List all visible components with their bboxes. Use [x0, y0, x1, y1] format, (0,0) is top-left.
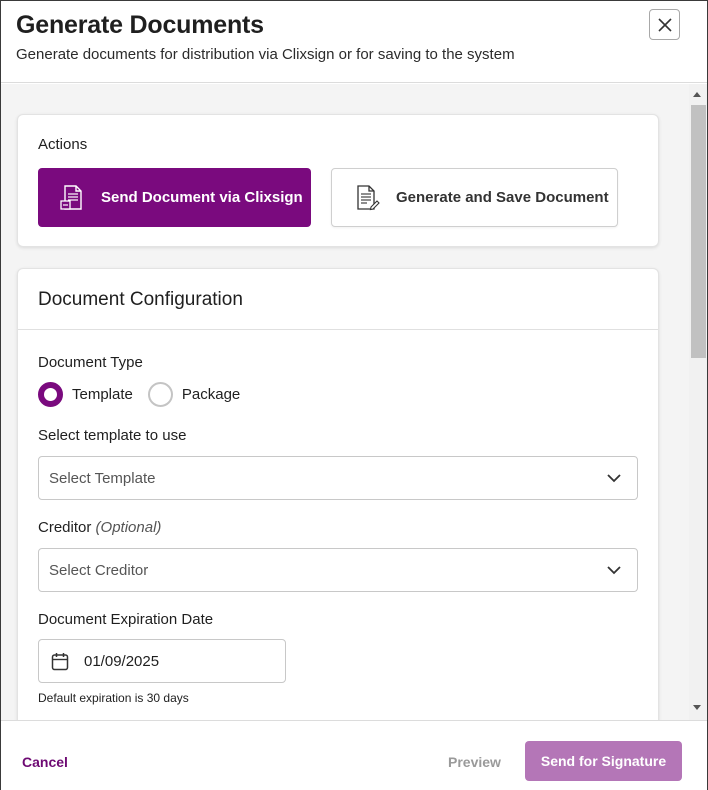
radio-template-label[interactable]: Template — [72, 386, 133, 403]
close-icon — [657, 17, 672, 32]
document-edit-icon — [357, 184, 380, 210]
actions-label: Actions — [38, 136, 88, 153]
scroll-up-arrow-icon[interactable] — [693, 92, 701, 97]
template-label: Select template to use — [38, 427, 187, 444]
generate-and-save-label: Generate and Save Document — [396, 189, 609, 206]
actions-card: Actions Send Document via Clixsign Gener… — [17, 114, 659, 247]
chevron-down-icon — [607, 566, 621, 575]
vertical-scrollbar[interactable] — [689, 84, 707, 720]
template-placeholder: Select Template — [49, 470, 156, 487]
config-title: Document Configuration — [38, 289, 243, 310]
dialog-title: Generate Documents — [16, 11, 264, 39]
scroll-down-arrow-icon[interactable] — [693, 705, 701, 710]
scroll-thumb[interactable] — [691, 105, 706, 358]
creditor-optional-text: (Optional) — [95, 519, 162, 536]
close-button[interactable] — [649, 9, 680, 40]
generate-and-save-button[interactable]: Generate and Save Document — [331, 168, 618, 227]
send-for-signature-button[interactable]: Send for Signature — [525, 741, 682, 781]
dialog-header: Generate Documents Generate documents fo… — [1, 1, 707, 83]
expiration-date-label: Document Expiration Date — [38, 611, 214, 628]
creditor-select[interactable]: Select Creditor — [38, 548, 638, 592]
creditor-label: Creditor (Optional) — [38, 519, 161, 536]
radio-package-label[interactable]: Package — [182, 386, 240, 403]
document-configuration-card: Document Configuration Document Type Tem… — [17, 268, 659, 720]
expiration-helper-text: Default expiration is 30 days — [38, 691, 189, 705]
creditor-label-text: Creditor — [38, 519, 92, 536]
creditor-placeholder: Select Creditor — [49, 562, 149, 579]
preview-button[interactable]: Preview — [448, 754, 501, 770]
document-type-label: Document Type — [38, 354, 143, 371]
radio-package[interactable] — [147, 382, 173, 407]
dialog-footer: Cancel Preview Send for Signature — [1, 720, 707, 790]
template-select[interactable]: Select Template — [38, 456, 638, 500]
chevron-down-icon — [607, 474, 621, 483]
generate-documents-dialog: Generate Documents Generate documents fo… — [0, 0, 708, 790]
send-via-clixsign-label: Send Document via Clixsign — [101, 189, 303, 206]
send-via-clixsign-button[interactable]: Send Document via Clixsign — [38, 168, 311, 227]
radio-template[interactable] — [38, 382, 63, 407]
dialog-subtitle: Generate documents for distribution via … — [16, 46, 515, 63]
dialog-body: Actions Send Document via Clixsign Gener… — [1, 84, 689, 720]
expiration-date-input[interactable]: 01/09/2025 — [38, 639, 286, 683]
document-sign-icon — [60, 184, 82, 210]
expiration-date-value: 01/09/2025 — [84, 653, 160, 670]
calendar-icon[interactable] — [51, 652, 69, 671]
config-header: Document Configuration — [18, 269, 658, 330]
cancel-button[interactable]: Cancel — [22, 754, 68, 770]
document-type-radio-group: Template Package — [38, 382, 255, 407]
